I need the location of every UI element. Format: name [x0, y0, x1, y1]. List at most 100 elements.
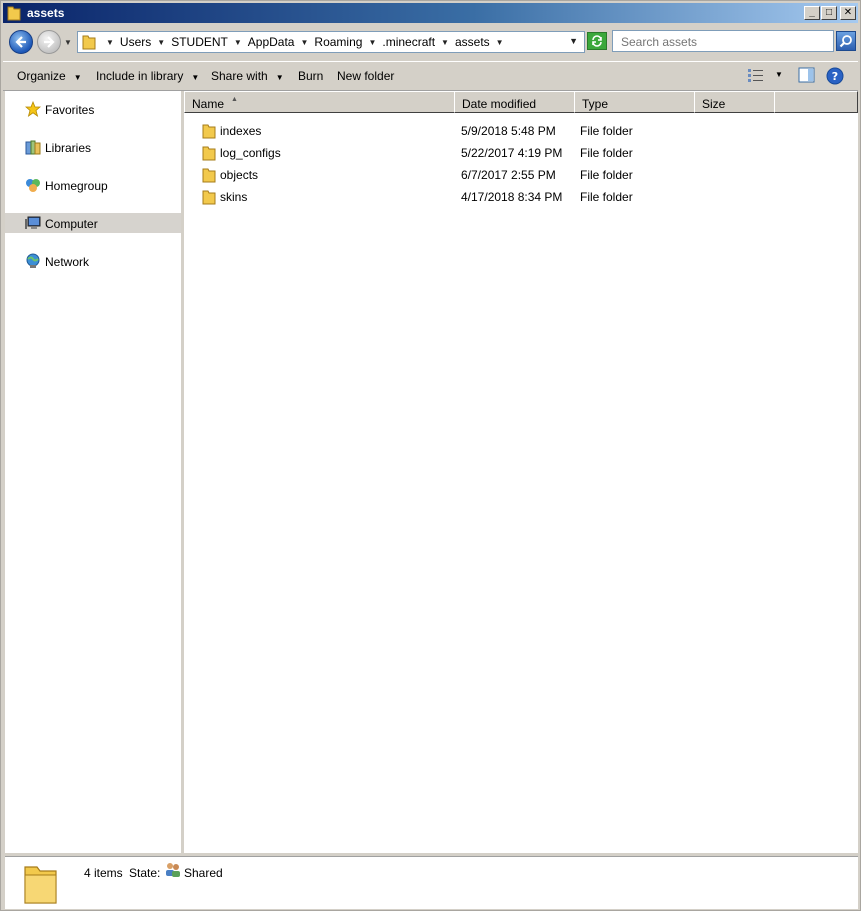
homegroup-icon: [25, 177, 41, 196]
refresh-button[interactable]: [587, 32, 607, 50]
breadcrumb-chevron-icon[interactable]: ▼: [151, 36, 171, 49]
table-row[interactable]: skins 4/17/2018 8:34 PM File folder: [184, 186, 858, 208]
state-value: Shared: [184, 866, 223, 880]
window-title: assets: [27, 6, 65, 20]
column-header-date-modified[interactable]: Date modified: [454, 91, 576, 113]
breadcrumb-student[interactable]: STUDENT: [171, 36, 228, 49]
file-type: File folder: [580, 146, 633, 160]
command-bar: Organize ▼ Include in library ▼ Share with…: [3, 61, 858, 91]
folder-icon: [7, 5, 21, 24]
minimize-button[interactable]: _: [804, 6, 820, 20]
column-header-name[interactable]: Name ▲: [184, 91, 456, 113]
title-bar[interactable]: assets _ □ ✕: [3, 3, 858, 23]
file-date: 4/17/2018 8:34 PM: [461, 190, 563, 204]
breadcrumb: ▼ Users ▼ STUDENT ▼ AppData ▼ Roaming ▼ …: [100, 36, 510, 49]
share-with-button[interactable]: Share with ▼: [211, 69, 284, 83]
column-header-type[interactable]: Type: [574, 91, 696, 113]
file-date: 5/22/2017 4:19 PM: [461, 146, 563, 160]
nav-item-homegroup[interactable]: Homegroup: [5, 175, 181, 195]
file-type: File folder: [580, 124, 633, 138]
breadcrumb-chevron-icon[interactable]: ▼: [228, 36, 248, 49]
breadcrumb-roaming[interactable]: Roaming: [314, 36, 362, 49]
views-icon[interactable]: [747, 67, 765, 86]
breadcrumb-chevron-icon[interactable]: ▼: [435, 36, 455, 49]
nav-label: Network: [45, 255, 90, 269]
computer-icon: [25, 215, 41, 234]
breadcrumb-chevron-icon[interactable]: ▼: [294, 36, 314, 49]
folder-icon: [202, 189, 216, 208]
explorer-window: assets _ □ ✕ ▼ ▼ Users ▼ STUDENT ▼ AppDa…: [0, 0, 861, 911]
svg-text:?: ?: [832, 70, 838, 83]
details-pane: 4 items State: Shared: [5, 856, 858, 909]
breadcrumb-chevron-icon[interactable]: ▼: [100, 36, 120, 49]
new-folder-button[interactable]: New folder: [337, 69, 394, 83]
back-button[interactable]: [9, 30, 33, 54]
breadcrumb-assets[interactable]: assets: [455, 36, 490, 49]
close-button[interactable]: ✕: [840, 6, 856, 20]
breadcrumb-chevron-icon[interactable]: ▼: [490, 36, 510, 49]
state-label: State:: [129, 866, 161, 880]
folder-icon: [202, 167, 216, 186]
search-field[interactable]: [612, 30, 834, 52]
include-in-library-dropdown-icon: ▼: [191, 73, 200, 82]
file-name: objects: [220, 168, 259, 182]
folder-icon: [202, 145, 216, 164]
nav-item-network[interactable]: Network: [5, 251, 181, 271]
shared-users-icon: [165, 862, 181, 881]
nav-item-computer[interactable]: Computer: [5, 213, 181, 233]
column-header-size[interactable]: Size: [694, 91, 776, 113]
network-icon: [25, 253, 41, 272]
search-button[interactable]: [836, 31, 856, 51]
refresh-icon: [592, 35, 602, 47]
share-with-dropdown-icon: ▼: [275, 73, 284, 82]
organize-dropdown-icon: ▼: [73, 73, 82, 82]
breadcrumb-minecraft[interactable]: .minecraft: [382, 36, 435, 49]
column-header-label: Size: [702, 97, 726, 111]
nav-label: Favorites: [45, 103, 95, 117]
maximize-button[interactable]: □: [821, 6, 837, 20]
file-list: Name ▲ Date modified Type Size indexes 5…: [184, 91, 858, 853]
file-name: skins: [220, 190, 248, 204]
table-row[interactable]: indexes 5/9/2018 5:48 PM File folder: [184, 120, 858, 142]
address-bar[interactable]: ▼ Users ▼ STUDENT ▼ AppData ▼ Roaming ▼ …: [77, 31, 585, 53]
include-in-library-label: Include in library: [96, 69, 184, 83]
nav-item-favorites[interactable]: Favorites: [5, 99, 181, 119]
recent-pages-chevron-icon[interactable]: ▼: [64, 38, 72, 47]
back-arrow-icon: [15, 36, 26, 48]
breadcrumb-chevron-icon[interactable]: ▼: [362, 36, 382, 49]
share-with-label: Share with: [211, 69, 268, 83]
nav-item-libraries[interactable]: Libraries: [5, 137, 181, 157]
address-folder-icon: [82, 34, 96, 53]
file-name: indexes: [220, 124, 262, 138]
nav-label: Homegroup: [45, 179, 108, 193]
search-input[interactable]: [619, 32, 828, 52]
organize-button[interactable]: Organize ▼: [17, 69, 82, 83]
large-folder-icon: [23, 861, 59, 908]
column-header-label: Type: [582, 97, 609, 111]
navigation-pane: Favorites Libraries Homegroup Computer N…: [5, 91, 182, 853]
column-header-label: Date modified: [462, 97, 537, 111]
nav-label: Computer: [45, 217, 98, 231]
table-row[interactable]: log_configs 5/22/2017 4:19 PM File folde…: [184, 142, 858, 164]
include-in-library-button[interactable]: Include in library ▼: [96, 69, 199, 83]
column-header-filler: [774, 91, 858, 113]
burn-button[interactable]: Burn: [298, 69, 323, 83]
forward-button[interactable]: [37, 30, 61, 54]
search-icon: [839, 35, 852, 48]
file-type: File folder: [580, 190, 633, 204]
file-date: 6/7/2017 2:55 PM: [461, 168, 556, 182]
column-header-label: Name: [192, 97, 225, 111]
breadcrumb-users[interactable]: Users: [120, 36, 151, 49]
sort-ascending-icon: ▲: [231, 96, 238, 103]
forward-arrow-icon: [44, 36, 55, 48]
item-count: 4 items: [84, 866, 123, 880]
help-icon[interactable]: ?: [826, 67, 844, 88]
star-icon: [24, 100, 42, 120]
file-date: 5/9/2018 5:48 PM: [461, 124, 556, 138]
breadcrumb-appdata[interactable]: AppData: [248, 36, 295, 49]
views-dropdown-icon[interactable]: ▼: [775, 70, 783, 79]
address-row: ▼ ▼ Users ▼ STUDENT ▼ AppData ▼ Roaming …: [3, 27, 858, 57]
table-row[interactable]: objects 6/7/2017 2:55 PM File folder: [184, 164, 858, 186]
address-dropdown-icon[interactable]: ▼: [569, 36, 578, 46]
preview-pane-icon[interactable]: [798, 67, 816, 86]
